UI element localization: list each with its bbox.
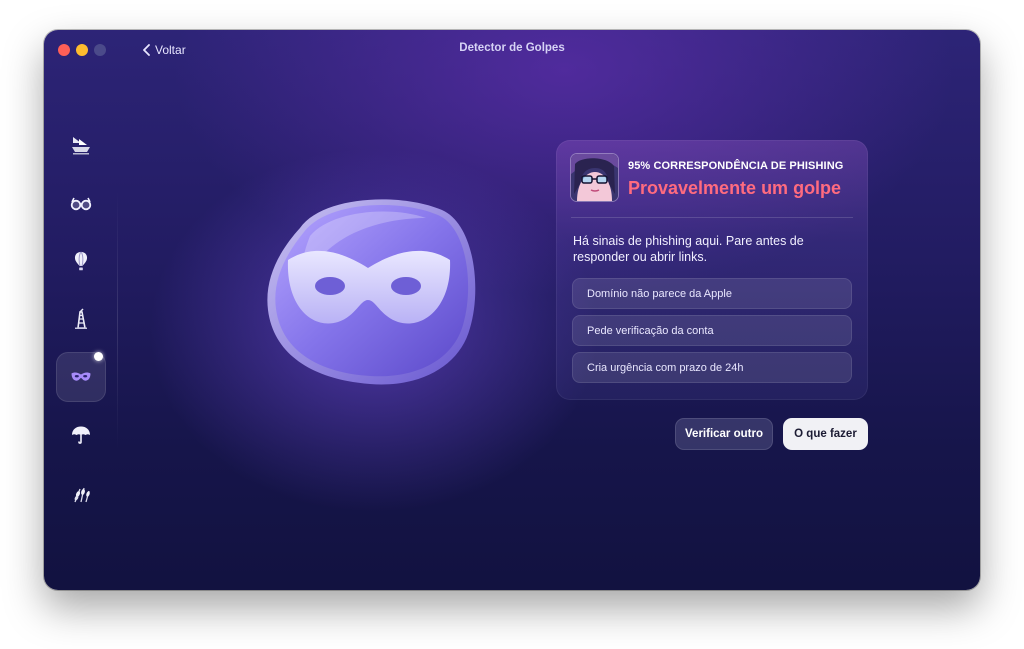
sidebar-divider <box>117 190 118 450</box>
result-message: Há sinais de phishing aqui. Pare antes d… <box>573 234 804 264</box>
sidebar-item-mask[interactable] <box>56 352 106 402</box>
sidebar-item-balloon[interactable] <box>56 236 106 286</box>
check-another-button[interactable]: Verificar outro <box>675 418 773 450</box>
sidebar-item-ship[interactable] <box>56 120 106 170</box>
ship-icon <box>72 137 90 155</box>
sidebar <box>54 120 110 503</box>
umbrella-icon <box>72 426 90 444</box>
reason-item: Cria urgência com prazo de 24h <box>572 352 852 383</box>
sidebar-item-glasses[interactable] <box>56 178 106 228</box>
reason-item: Pede verificação da conta <box>572 315 852 346</box>
sidebar-item-wheat[interactable] <box>56 468 106 518</box>
hero-mask-illustration <box>260 188 482 393</box>
card-divider <box>571 217 853 218</box>
suspect-avatar <box>571 154 618 201</box>
window-title: Detector de Golpes <box>459 42 565 54</box>
match-percentage-label: 95% CORRESPONDÊNCIA DE PHISHING <box>628 160 844 172</box>
result-card: 95% CORRESPONDÊNCIA DE PHISHING Provavel… <box>556 140 868 400</box>
sidebar-item-tower[interactable] <box>56 294 106 344</box>
hot-air-balloon-icon <box>74 251 88 271</box>
verdict-title: Provavelmente um golpe <box>628 178 842 198</box>
app-window: Voltar Detector de Golpes 95% CORRESPOND… <box>44 30 980 590</box>
reason-item: Domínio não parece da Apple <box>572 278 852 309</box>
active-indicator <box>94 352 103 361</box>
wheat-icon <box>74 487 90 503</box>
mask-icon <box>71 372 91 381</box>
tower-icon <box>75 308 87 329</box>
glasses-icon <box>70 197 92 211</box>
sidebar-item-umbrella[interactable] <box>56 410 106 460</box>
title-bar: Voltar Detector de Golpes <box>44 30 980 70</box>
mask-icon <box>267 199 476 385</box>
what-to-do-button[interactable]: O que fazer <box>783 418 868 450</box>
